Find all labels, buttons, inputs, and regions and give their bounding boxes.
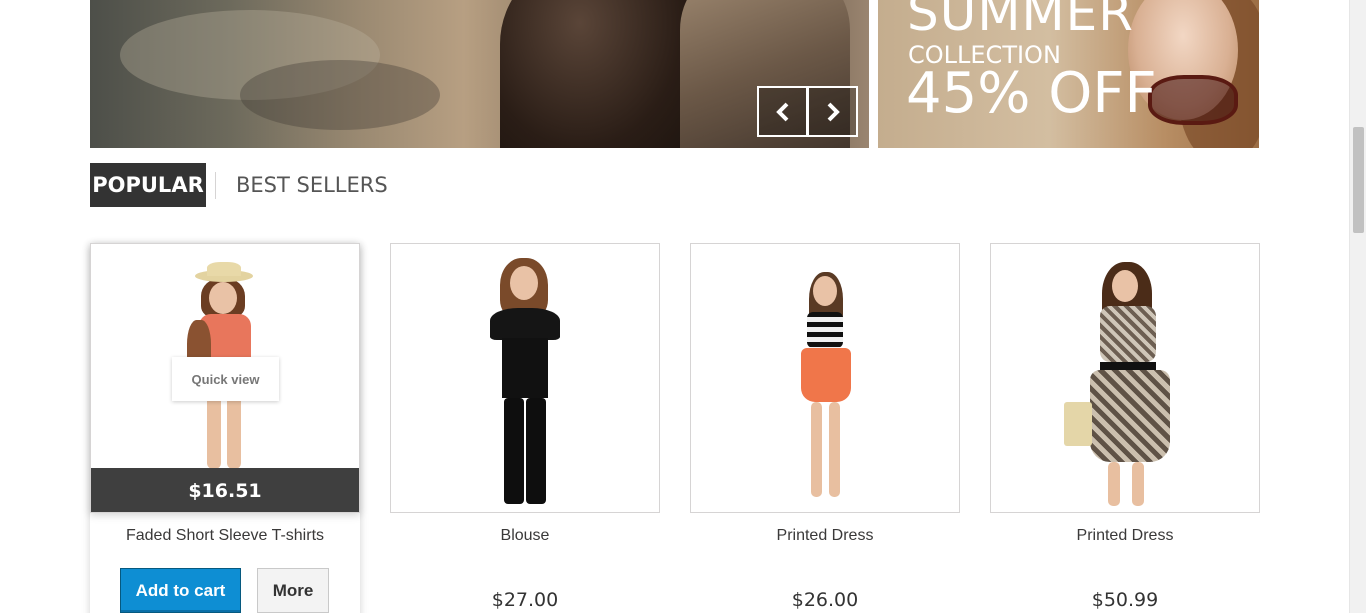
product-image[interactable] xyxy=(990,243,1260,513)
hero-image-cloud xyxy=(240,60,440,130)
product-photo-model xyxy=(775,272,875,504)
product-image[interactable]: Quick view $16.51 xyxy=(90,243,360,513)
price-overlay: $16.51 xyxy=(91,468,359,512)
product-card[interactable]: Printed Dress $50.99 xyxy=(990,243,1260,611)
slider-prev-button[interactable] xyxy=(757,86,808,137)
product-name[interactable]: Blouse xyxy=(390,527,660,545)
scrollbar-thumb[interactable] xyxy=(1353,127,1364,233)
product-image[interactable] xyxy=(390,243,660,513)
banner-discount: 45% OFF xyxy=(906,61,1157,126)
product-price: $50.99 xyxy=(1091,589,1159,611)
product-card[interactable]: Quick view $16.51 Faded Short Sleeve T-s… xyxy=(90,243,360,613)
summer-collection-banner[interactable]: SUMMER COLLECTION 45% OFF xyxy=(878,0,1259,148)
product-photo-model xyxy=(460,258,590,508)
tab-popular[interactable]: POPULAR xyxy=(90,163,206,207)
hero-image-leather-jacket xyxy=(500,0,700,148)
chevron-right-icon xyxy=(827,102,840,121)
product-card[interactable]: Blouse $27.00 xyxy=(390,243,660,611)
sunglasses-image xyxy=(1148,75,1238,125)
page-scrollbar[interactable] xyxy=(1349,0,1366,613)
slider-next-button[interactable] xyxy=(807,86,858,137)
tab-best-sellers[interactable]: BEST SELLERS xyxy=(236,163,388,207)
tab-divider xyxy=(215,172,216,199)
chevron-left-icon xyxy=(775,102,788,121)
product-card[interactable]: Printed Dress $26.00 xyxy=(690,243,960,611)
product-price: $27.00 xyxy=(491,589,559,611)
hero-slider[interactable] xyxy=(90,0,869,148)
add-to-cart-button[interactable]: Add to cart xyxy=(120,568,241,613)
product-price: $26.00 xyxy=(791,589,859,611)
product-image[interactable] xyxy=(690,243,960,513)
more-button[interactable]: More xyxy=(257,568,329,613)
product-name[interactable]: Printed Dress xyxy=(990,527,1260,545)
quick-view-button[interactable]: Quick view xyxy=(172,357,279,401)
product-photo-model xyxy=(1060,262,1190,508)
product-name[interactable]: Printed Dress xyxy=(690,527,960,545)
product-name[interactable]: Faded Short Sleeve T-shirts xyxy=(90,527,360,545)
banner-title: SUMMER xyxy=(907,0,1134,42)
